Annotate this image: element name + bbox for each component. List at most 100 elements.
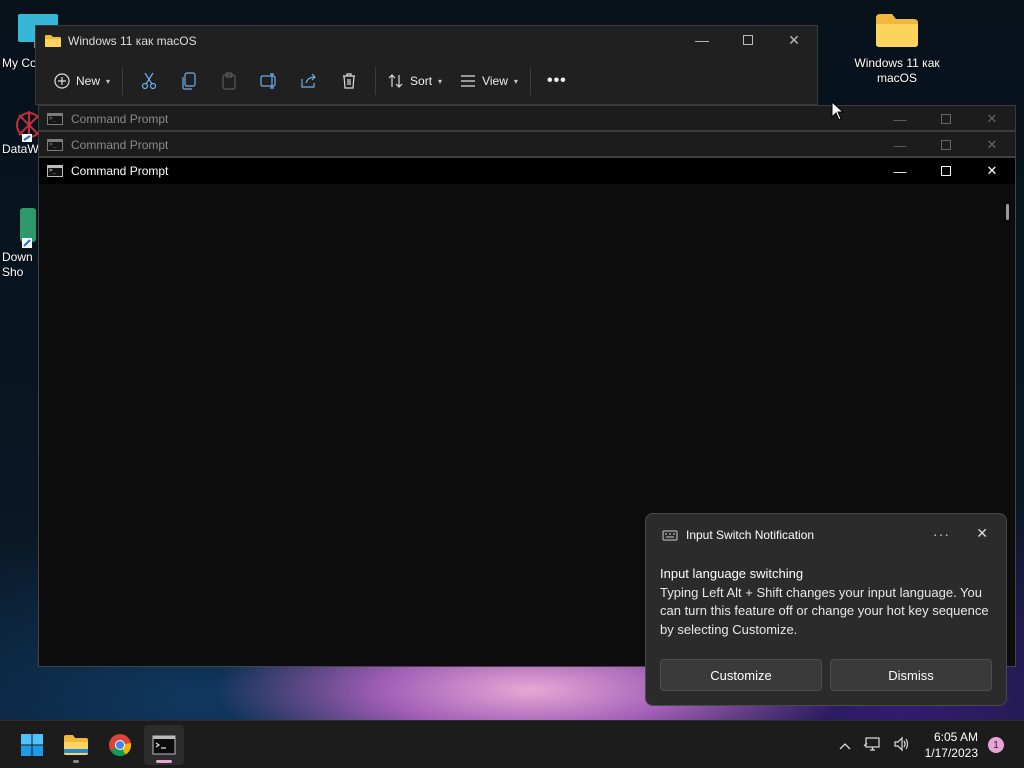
view-button-label: View bbox=[482, 74, 508, 88]
desktop-icon-label: Windows 11 как macOS bbox=[854, 56, 940, 85]
more-options-button[interactable]: ••• bbox=[537, 65, 577, 97]
toast-more-button[interactable]: ··· bbox=[933, 526, 950, 542]
dismiss-button[interactable]: Dismiss bbox=[830, 659, 992, 691]
chevron-down-icon: ▾ bbox=[106, 76, 111, 86]
trash-icon bbox=[343, 73, 356, 89]
terminal-icon bbox=[152, 735, 176, 755]
taskbar-file-explorer[interactable] bbox=[56, 725, 96, 765]
minimize-icon: — bbox=[695, 32, 709, 48]
show-hidden-icons-button[interactable] bbox=[839, 737, 851, 753]
scissors-icon bbox=[141, 72, 157, 90]
view-button[interactable]: View ▾ bbox=[454, 65, 524, 97]
more-icon: ••• bbox=[546, 72, 567, 89]
share-button[interactable] bbox=[289, 65, 329, 97]
desktop-icon-datawrapper[interactable]: DataW bbox=[2, 108, 42, 157]
view-list-icon bbox=[461, 75, 476, 87]
cmd-titlebar[interactable]: Command Prompt bbox=[39, 132, 1015, 158]
chrome-icon bbox=[109, 734, 132, 756]
close-icon: ✕ bbox=[986, 163, 998, 178]
rename-button[interactable] bbox=[249, 65, 289, 97]
mouse-cursor-icon bbox=[831, 101, 845, 121]
customize-button[interactable]: Customize bbox=[660, 659, 822, 691]
minimize-button[interactable]: — bbox=[877, 158, 923, 184]
maximize-button[interactable] bbox=[923, 106, 969, 132]
scrollbar-thumb[interactable] bbox=[1006, 204, 1009, 220]
cmd-icon bbox=[47, 139, 63, 151]
maximize-icon bbox=[941, 166, 951, 176]
chevron-down-icon: ▾ bbox=[438, 76, 443, 86]
paste-button[interactable] bbox=[209, 65, 249, 97]
system-tray: 6:05 AM 1/17/2023 1 bbox=[833, 721, 1024, 768]
minimize-button[interactable]: — bbox=[877, 106, 923, 132]
network-button[interactable] bbox=[863, 736, 881, 755]
minimize-button[interactable]: — bbox=[877, 132, 923, 158]
cmd-window-controls: — ✕ bbox=[877, 158, 1015, 184]
copy-icon bbox=[182, 72, 196, 90]
sort-button[interactable]: Sort ▾ bbox=[382, 65, 448, 97]
cmd-titlebar[interactable]: Command Prompt bbox=[39, 158, 1015, 184]
toast-actions: Customize Dismiss bbox=[660, 659, 992, 691]
close-icon: ✕ bbox=[976, 525, 988, 541]
minimize-icon: — bbox=[893, 111, 907, 127]
maximize-icon bbox=[941, 114, 951, 124]
new-button[interactable]: New ▾ bbox=[46, 65, 116, 97]
taskbar-command-prompt[interactable] bbox=[144, 725, 184, 765]
command-prompt-window[interactable]: Command Prompt — ✕ bbox=[38, 105, 1016, 131]
cmd-titlebar[interactable]: Command Prompt bbox=[39, 106, 1015, 132]
running-indicator bbox=[156, 760, 172, 763]
maximize-button[interactable] bbox=[923, 132, 969, 158]
windows-logo-icon bbox=[21, 734, 43, 756]
toast-app-name: Input Switch Notification bbox=[686, 528, 815, 542]
cmd-window-controls: — ✕ bbox=[877, 106, 1015, 132]
delete-button[interactable] bbox=[329, 65, 369, 97]
cut-button[interactable] bbox=[129, 65, 169, 97]
rename-icon bbox=[260, 73, 276, 89]
taskbar-chrome[interactable] bbox=[100, 725, 140, 765]
maximize-button[interactable] bbox=[725, 26, 771, 54]
close-button[interactable]: ✕ bbox=[969, 132, 1015, 158]
network-icon bbox=[863, 736, 880, 751]
desktop-icon-label: Down Sho bbox=[2, 250, 33, 279]
maximize-button[interactable] bbox=[923, 158, 969, 184]
close-icon: ✕ bbox=[986, 111, 998, 126]
volume-button[interactable] bbox=[893, 736, 911, 755]
clock-time: 6:05 AM bbox=[933, 730, 978, 744]
command-prompt-window[interactable]: Command Prompt — ✕ bbox=[38, 131, 1016, 157]
sort-button-label: Sort bbox=[410, 74, 433, 88]
close-button[interactable]: ✕ bbox=[969, 106, 1015, 132]
close-button[interactable]: ✕ bbox=[771, 26, 817, 54]
plus-circle-icon bbox=[54, 73, 70, 89]
maximize-icon bbox=[941, 140, 951, 150]
close-button[interactable]: ✕ bbox=[969, 158, 1015, 184]
toolbar-divider bbox=[529, 67, 531, 95]
close-icon: ✕ bbox=[788, 31, 800, 48]
folder-icon bbox=[64, 735, 88, 755]
notification-toast[interactable]: Input Switch Notification ··· ✕ Input la… bbox=[645, 513, 1007, 706]
notification-badge[interactable]: 1 bbox=[988, 737, 1004, 753]
minimize-icon: — bbox=[893, 163, 907, 179]
new-button-label: New bbox=[76, 74, 101, 88]
close-icon: ✕ bbox=[986, 137, 998, 152]
chevron-down-icon: ▾ bbox=[513, 76, 518, 86]
desktop-icon-label: DataW bbox=[2, 142, 39, 156]
cmd-icon bbox=[47, 165, 63, 177]
start-button[interactable] bbox=[12, 725, 52, 765]
cmd-icon bbox=[47, 113, 63, 125]
copy-button[interactable] bbox=[169, 65, 209, 97]
minimize-button[interactable]: — bbox=[679, 26, 725, 54]
toast-body: Input language switching Typing Left Alt… bbox=[660, 565, 1000, 640]
clock[interactable]: 6:05 AM 1/17/2023 bbox=[925, 729, 978, 761]
toast-header: Input Switch Notification bbox=[662, 528, 814, 542]
file-explorer-window[interactable]: Windows 11 как macOS — ✕ New ▾ Sort ▾ Vi… bbox=[35, 25, 818, 105]
cmd-title: Command Prompt bbox=[71, 164, 169, 178]
desktop-icon-download-shortcut[interactable]: Down Sho bbox=[2, 206, 42, 280]
cmd-title: Command Prompt bbox=[71, 112, 169, 126]
chevron-up-icon bbox=[839, 743, 851, 750]
toast-close-button[interactable]: ✕ bbox=[976, 525, 988, 542]
cmd-title: Command Prompt bbox=[71, 138, 169, 152]
share-icon bbox=[301, 73, 316, 88]
cmd-window-controls: — ✕ bbox=[877, 132, 1015, 158]
desktop-icon-folder[interactable]: Windows 11 как macOS bbox=[852, 10, 942, 86]
taskbar: 6:05 AM 1/17/2023 1 bbox=[0, 720, 1024, 768]
clipboard-icon bbox=[222, 72, 236, 90]
